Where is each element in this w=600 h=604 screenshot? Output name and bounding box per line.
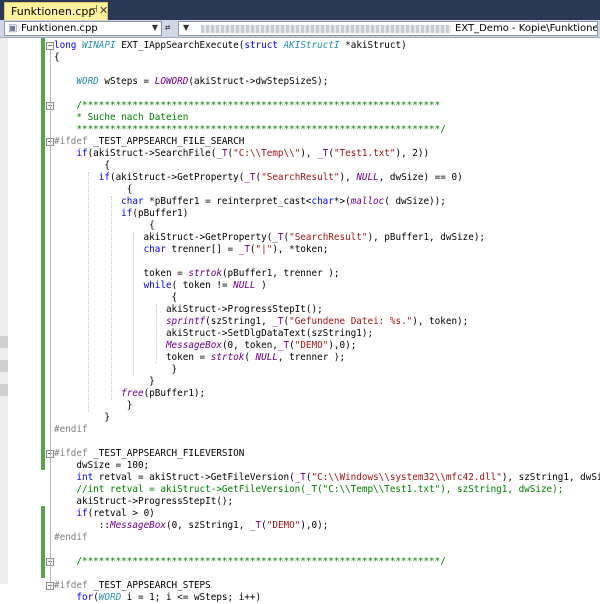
dropdown-arrow-icon[interactable]: ▼ xyxy=(152,23,158,32)
code-line[interactable]: token = strtok( NULL, trenner ); xyxy=(54,352,345,364)
code-line[interactable]: long WINAPI EXT_IAppSearchExecute(struct… xyxy=(54,40,407,52)
code-line[interactable]: akiStruct->ProgressStepIt(); xyxy=(54,496,233,508)
code-line[interactable]: #ifdef _TEST_APPSEARCH_FILEVERSION xyxy=(54,448,244,460)
collapse-toggle-icon[interactable]: − xyxy=(46,42,54,50)
redacted-path xyxy=(201,25,451,33)
code-line[interactable]: #ifdef _TEST_APPSEARCH_FILE_SEARCH xyxy=(54,136,244,148)
file-scope-text: Funktionen.cpp xyxy=(21,23,98,34)
code-line[interactable]: int retval = akiStruct->GetFileVersion(_… xyxy=(54,472,600,484)
code-line[interactable]: MessageBox(0, token,_T("DEMO"),0); xyxy=(54,340,356,352)
outline-line xyxy=(50,458,51,542)
line-number-gutter xyxy=(8,38,40,584)
tab-label: Funktionen.cpp xyxy=(11,5,96,18)
code-line[interactable]: { xyxy=(54,52,60,64)
change-bar xyxy=(41,38,45,470)
file-icon: ▣ xyxy=(8,23,18,34)
file-scope-combo[interactable]: ▣ Funktionen.cpp ▼ xyxy=(4,21,162,36)
margin-marker xyxy=(0,384,8,396)
code-line[interactable]: /***************************************… xyxy=(54,556,445,568)
code-line[interactable]: char *pBuffer1 = reinterpret_cast<char*>… xyxy=(54,196,446,208)
code-line[interactable]: } xyxy=(54,376,155,388)
code-line[interactable]: } xyxy=(54,400,133,412)
code-line[interactable]: * Suche nach Dateien xyxy=(54,112,188,124)
code-line[interactable]: { xyxy=(54,184,133,196)
outline-line xyxy=(50,146,51,434)
code-editor[interactable]: −−−−−− long WINAPI EXT_IAppSearchExecute… xyxy=(0,38,600,603)
code-line[interactable]: if(retval > 0) xyxy=(54,508,154,520)
code-line[interactable]: token = strtok(pBuffer1, trenner ); xyxy=(54,268,340,280)
code-line[interactable]: } xyxy=(54,364,178,376)
margin-marker xyxy=(0,336,8,348)
code-line[interactable]: /***************************************… xyxy=(54,100,440,112)
code-line[interactable]: //int retval = akiStruct->GetFileVersion… xyxy=(54,484,563,496)
code-line[interactable]: WORD wSteps = LOWORD(akiStruct->dwStepSi… xyxy=(54,76,328,88)
code-line[interactable]: akiStruct->GetProperty(_T("SearchResult"… xyxy=(54,232,485,244)
code-line[interactable]: { xyxy=(54,220,155,232)
pin-icon[interactable]: ⊣ xyxy=(89,4,98,15)
code-line[interactable]: #endif xyxy=(54,532,88,544)
navigation-bar: ▣ Funktionen.cpp ▼ ⇄ ▼ EXT_Demo - Kopie\… xyxy=(0,20,600,38)
code-line[interactable]: { xyxy=(54,292,178,304)
code-line[interactable]: char trenner[] = _T("|"), *token; xyxy=(54,244,329,256)
code-line[interactable]: free(pBuffer1); xyxy=(54,388,205,400)
code-line[interactable]: #endif xyxy=(54,424,88,436)
code-line[interactable]: if(pBuffer1) xyxy=(54,208,188,220)
code-line[interactable]: if(akiStruct->SearchFile(_T("C:\\Temp\\"… xyxy=(54,148,429,160)
change-bar xyxy=(41,506,45,578)
code-line[interactable]: if(akiStruct->GetProperty(_T("SearchResu… xyxy=(54,172,463,184)
code-line[interactable]: akiStruct->ProgressStepIt(); xyxy=(54,304,323,316)
path-text: EXT_Demo - Kopie\Funktionen.cpp xyxy=(455,23,598,34)
indicator-margin[interactable] xyxy=(0,38,8,584)
code-line[interactable]: dwSize = 100; xyxy=(54,460,149,472)
code-line[interactable]: } xyxy=(54,412,110,424)
tab-funktionen-cpp[interactable]: Funktionen.cpp ⊣ ✕ xyxy=(4,2,108,20)
dropdown-arrow-icon[interactable]: ▼ xyxy=(183,23,189,32)
code-line[interactable]: ::MessageBox(0, szString1, _T("DEMO"),0)… xyxy=(54,520,329,532)
close-icon[interactable]: ✕ xyxy=(99,4,108,17)
code-line[interactable]: ****************************************… xyxy=(54,124,445,136)
code-line[interactable]: for(WORD i = 1; i <= wSteps; i++) xyxy=(54,592,261,604)
code-line[interactable]: { xyxy=(54,160,110,172)
code-line[interactable]: akiStruct->SetDlgDataText(szString1); xyxy=(54,328,373,340)
path-combo[interactable]: ▼ EXT_Demo - Kopie\Funktionen.cpp xyxy=(178,21,598,36)
code-line[interactable]: while( token != NULL ) xyxy=(54,280,267,292)
document-tab-strip: Funktionen.cpp ⊣ ✕ xyxy=(0,0,600,20)
split-arrow-icon[interactable]: ⇄ xyxy=(165,23,170,33)
margin-marker xyxy=(0,360,8,372)
code-line[interactable]: sprintf(szString1, _T("Gefundene Datei: … xyxy=(54,316,468,328)
code-line[interactable]: #ifdef _TEST_APPSEARCH_STEPS xyxy=(54,580,211,592)
